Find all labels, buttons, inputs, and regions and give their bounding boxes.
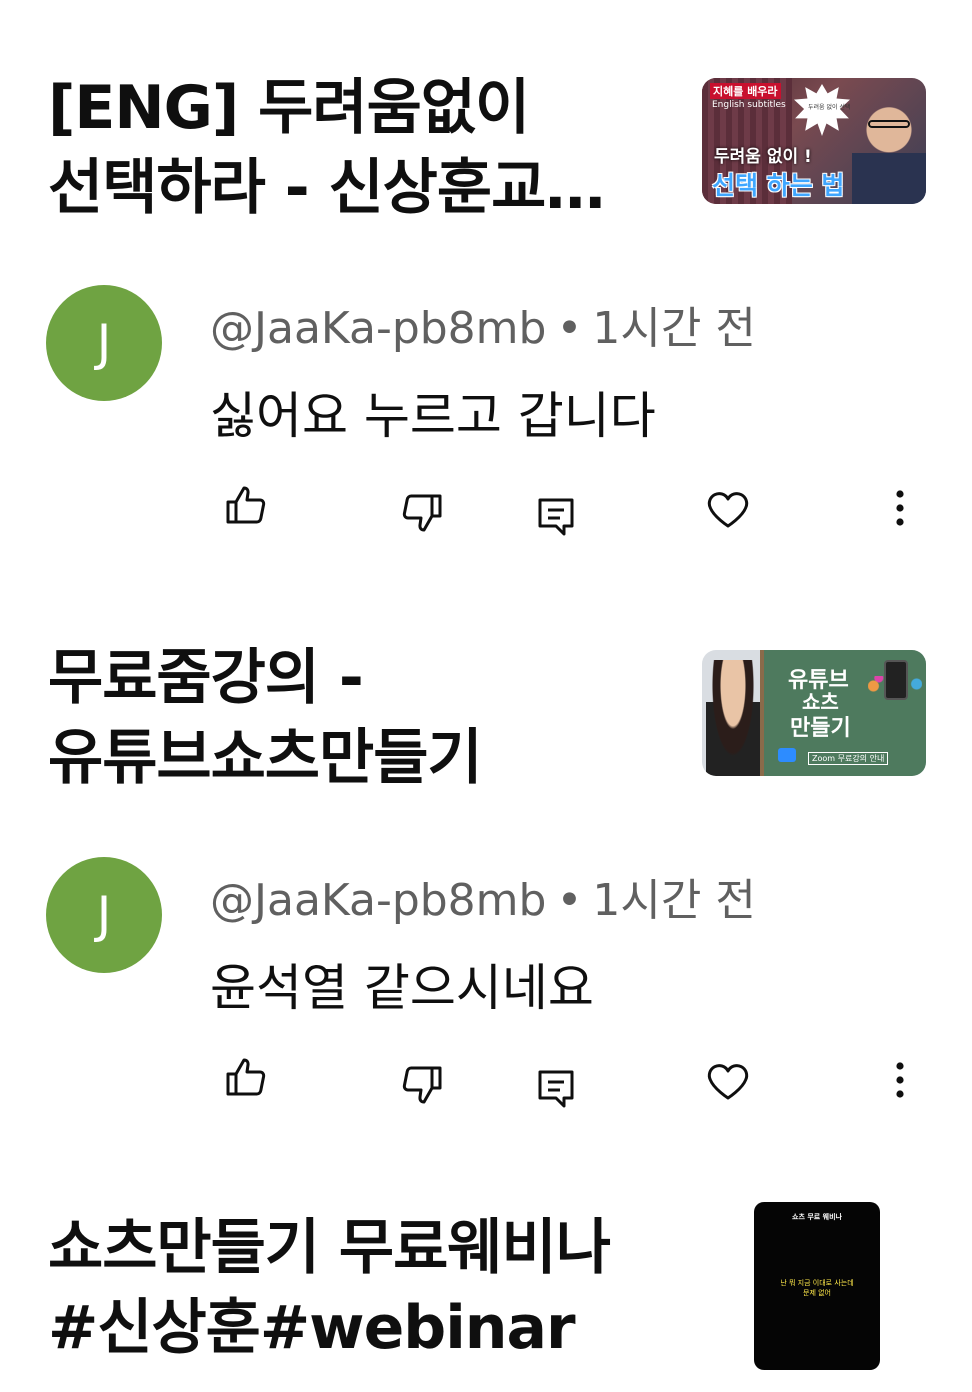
video-title-line2: 유튜브쇼츠만들기 (48, 723, 483, 793)
more-options-button[interactable] (872, 480, 928, 536)
video-thumbnail[interactable]: 유튜브 쇼츠 만들기 Zoom 무료강의 안내 (702, 650, 926, 776)
zoom-camera-icon (778, 748, 796, 762)
video-title-line2: 선택하라 - 신상훈교… (48, 153, 605, 223)
bubble-text: 두려움 없이 선택 (808, 104, 851, 111)
dislike-button[interactable] (394, 1056, 450, 1112)
comment-text: 윤석열 같으시네요 (210, 959, 594, 1017)
heart-button[interactable] (700, 482, 756, 538)
thumb-caption-main: 선택 하는 법 (712, 171, 845, 200)
reply-icon (538, 498, 574, 536)
like-button[interactable] (218, 478, 274, 534)
heart-button[interactable] (700, 1054, 756, 1110)
board-line3: 만들기 (790, 716, 851, 741)
like-icon (226, 486, 266, 524)
avatar[interactable]: J (46, 285, 162, 401)
comment-meta: @JaaKa-pb8mb • 1시간 전 (210, 864, 756, 928)
thumb-body-line1: 난 뭐 지금 이대로 사는데 (780, 1279, 854, 1287)
heart-icon (707, 492, 749, 528)
meta-separator: • (556, 875, 583, 926)
thumb-body-line2: 문제 없어 (803, 1289, 831, 1297)
thumb-banner: 지혜를 배우라 (710, 83, 781, 99)
like-icon (226, 1058, 266, 1096)
reply-button[interactable] (528, 1060, 584, 1116)
thumb-top-text: 쇼츠 무료 웨비나 (792, 1213, 842, 1221)
app-bubbles (868, 676, 922, 696)
comment-time: 1시간 전 (592, 303, 756, 354)
thumb-small-text: English subtitles (712, 100, 786, 110)
comment-meta: @JaaKa-pb8mb • 1시간 전 (210, 292, 756, 356)
dislike-button[interactable] (394, 484, 450, 540)
reply-icon (538, 1070, 574, 1108)
comment-author[interactable]: @JaaKa-pb8mb (210, 875, 546, 926)
thumb-caption-top: 두려움 없이 ! (714, 147, 812, 167)
board-bottom-caption: Zoom 무료강의 안내 (808, 752, 889, 765)
glasses (868, 120, 910, 128)
avatar[interactable]: J (46, 857, 162, 973)
teacher-figure (706, 660, 760, 776)
more-icon (896, 1062, 904, 1098)
like-button[interactable] (218, 1050, 274, 1106)
comment-time: 1시간 전 (592, 875, 756, 926)
more-icon (896, 490, 904, 526)
dislike-icon (402, 1066, 442, 1104)
video-title-line1: 무료줌강의 - (48, 643, 364, 713)
video-title[interactable]: 무료줌강의 - 유튜브쇼츠만들기 (48, 638, 688, 798)
comment-author[interactable]: @JaaKa-pb8mb (210, 303, 546, 354)
dislike-icon (402, 494, 442, 532)
video-title-line1: 쇼츠만들기 무료웨비나 (48, 1213, 611, 1283)
meta-separator: • (556, 303, 583, 354)
person-figure (852, 98, 926, 204)
more-options-button[interactable] (872, 1052, 928, 1108)
video-title-line1: [ENG] 두려움없이 (48, 73, 530, 143)
video-title-line2: #신상훈#webinar (48, 1293, 576, 1363)
video-title[interactable]: [ENG] 두려움없이 선택하라 - 신상훈교… (48, 68, 688, 228)
video-title[interactable]: 쇼츠만들기 무료웨비나 #신상훈#webinar (48, 1208, 738, 1368)
heart-icon (707, 1064, 749, 1100)
video-thumbnail[interactable]: 지혜를 배우라 English subtitles 두려움 없이 선택 두려움 … (702, 78, 926, 204)
video-thumbnail[interactable]: 쇼츠 무료 웨비나 난 뭐 지금 이대로 사는데 문제 없어 (754, 1202, 880, 1370)
comment-text: 싫어요 누르고 갑니다 (210, 387, 656, 445)
reply-button[interactable] (528, 488, 584, 544)
